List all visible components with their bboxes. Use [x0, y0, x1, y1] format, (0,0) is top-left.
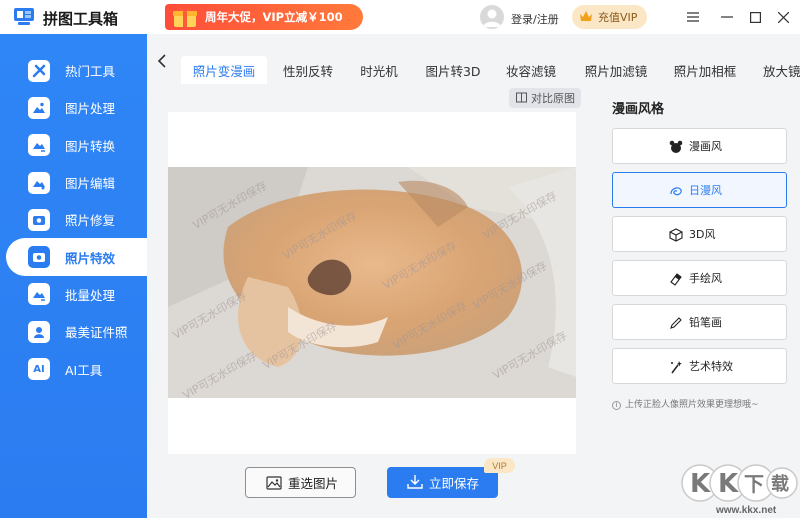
ai-icon: AI: [28, 358, 50, 381]
batch-icon: [28, 283, 50, 306]
preview-canvas: VIP可无水印保存 VIP可无水印保存 VIP可无水印保存 VIP可无水印保存 …: [168, 112, 576, 454]
sidebar-item-photo-repair[interactable]: 照片修复: [0, 201, 147, 238]
upload-hint-text: 上传正脸人像照片效果更理想哦~: [625, 400, 759, 410]
bear-icon: [669, 140, 683, 153]
minimize-icon[interactable]: [718, 8, 736, 26]
pencil-icon: [670, 317, 682, 329]
tab-photo-filter[interactable]: 照片加滤镜: [577, 56, 655, 84]
image-edit-icon: [28, 171, 50, 194]
save-label: 立即保存: [429, 476, 480, 491]
svg-text:K: K: [690, 469, 711, 499]
menu-icon[interactable]: [684, 8, 702, 26]
tab-bar: 照片变漫画 性别反转 时光机 图片转3D 妆容滤镜 照片加滤镜 照片加相框 放大…: [147, 34, 800, 84]
tab-image-to-3d[interactable]: 图片转3D: [418, 56, 488, 84]
sidebar-item-label: 照片修复: [65, 213, 116, 229]
style-option-label: 手绘风: [689, 272, 722, 285]
image-convert-icon: [28, 134, 50, 157]
tab-photo-to-comic[interactable]: 照片变漫画: [181, 56, 267, 84]
image-icon: [266, 476, 282, 490]
cube-icon: [669, 228, 683, 242]
reselect-label: 重选图片: [288, 476, 339, 491]
sidebar-item-id-photo[interactable]: 最美证件照: [0, 313, 147, 350]
compare-original-button[interactable]: 对比原图: [509, 88, 581, 108]
sidebar-item-hot-tools[interactable]: 热门工具: [0, 52, 147, 89]
sidebar-item-batch[interactable]: 批量处理: [0, 276, 147, 313]
app-logo-icon: [14, 8, 34, 25]
svg-text:K: K: [718, 469, 739, 499]
photo-repair-icon: [28, 208, 50, 231]
recharge-vip-button[interactable]: 充值VIP: [572, 5, 647, 29]
tab-photo-frame[interactable]: 照片加相框: [666, 56, 744, 84]
avatar[interactable]: [480, 5, 504, 29]
user-icon: [483, 9, 501, 27]
eraser-icon: [670, 273, 682, 286]
vip-badge: VIP: [484, 458, 515, 473]
style-panel-title: 漫画风格: [612, 102, 665, 117]
svg-text:载: 载: [771, 473, 789, 495]
upload-hint: i 上传正脸人像照片效果更理想哦~: [612, 397, 759, 410]
sidebar-item-image-edit[interactable]: 图片编辑: [0, 164, 147, 201]
style-option-label: 铅笔画: [689, 316, 722, 329]
svg-text:下: 下: [744, 472, 764, 496]
promo-banner[interactable]: 周年大促，VIP立减￥100: [165, 4, 363, 30]
style-option-art-effect[interactable]: 艺术特效: [612, 348, 787, 384]
style-option-anime[interactable]: 日漫风: [612, 172, 787, 208]
site-watermark-url: www.kkx.net: [716, 505, 777, 516]
sidebar-item-label: 图片编辑: [65, 176, 116, 192]
style-panel: 漫画风格 漫画风 日漫风 3D风 手绘风 铅笔画 艺术特效 i 上传正脸人像照片…: [600, 84, 800, 518]
sidebar-item-label: 最美证件照: [65, 325, 128, 341]
style-option-pencil[interactable]: 铅笔画: [612, 304, 787, 340]
sidebar-item-label: AI工具: [65, 362, 103, 378]
tab-makeup-filter[interactable]: 妆容滤镜: [498, 56, 564, 84]
info-icon: i: [612, 401, 621, 410]
reselect-image-button[interactable]: 重选图片: [245, 467, 356, 498]
download-icon: [407, 475, 423, 489]
sidebar-item-image-convert[interactable]: 图片转换: [0, 127, 147, 164]
gift-icon: [173, 7, 197, 27]
compare-icon: [516, 92, 527, 103]
image-process-icon: [28, 96, 50, 119]
crown-icon: [580, 11, 592, 21]
sidebar-item-label: 图片转换: [65, 138, 116, 154]
tab-gender-swap[interactable]: 性别反转: [275, 56, 341, 84]
site-watermark-logo: K K 下 载: [680, 461, 798, 510]
magic-wand-icon: [671, 361, 682, 374]
sidebar-item-ai[interactable]: AI AI工具: [0, 350, 147, 387]
app-title: 拼图工具箱: [43, 10, 119, 28]
sidebar-item-label: 图片处理: [65, 101, 116, 117]
style-option-label: 漫画风: [689, 140, 722, 153]
sidebar-item-label: 照片特效: [65, 250, 116, 266]
style-option-3d[interactable]: 3D风: [612, 216, 787, 252]
sidebar-item-label: 批量处理: [65, 287, 116, 303]
chevron-left-icon[interactable]: [157, 54, 166, 73]
tab-magnifier[interactable]: 放大镜: [755, 56, 800, 84]
style-option-label: 艺术特效: [689, 360, 733, 373]
sidebar-item-photo-effect[interactable]: 照片特效: [6, 238, 147, 276]
maximize-icon[interactable]: [746, 8, 764, 26]
login-link[interactable]: 登录/注册: [511, 11, 559, 27]
style-option-comic[interactable]: 漫画风: [612, 128, 787, 164]
sidebar: 热门工具 图片处理 图片转换 图片编辑 照片修复 照片特效 批量处理 最美证件照…: [0, 34, 147, 518]
comic-preview-image: VIP可无水印保存 VIP可无水印保存 VIP可无水印保存 VIP可无水印保存 …: [168, 167, 576, 398]
recharge-vip-label: 充值VIP: [598, 11, 638, 24]
close-icon[interactable]: [774, 8, 792, 26]
compare-label: 对比原图: [531, 92, 575, 105]
save-now-button[interactable]: 立即保存: [387, 467, 498, 498]
sidebar-item-image-process[interactable]: 图片处理: [0, 89, 147, 126]
title-bar: 拼图工具箱 周年大促，VIP立减￥100 登录/注册 充值VIP: [0, 0, 800, 34]
main-content: 对比原图 VIP可无水印保存 VIP可无水印保存 VIP可无水印保存 VIP可无…: [147, 84, 600, 518]
tab-time-machine[interactable]: 时光机: [350, 56, 408, 84]
id-photo-icon: [28, 320, 50, 343]
promo-text: 周年大促，VIP立减￥100: [205, 10, 343, 24]
style-option-handdrawn[interactable]: 手绘风: [612, 260, 787, 296]
hot-tools-icon: [28, 59, 50, 82]
style-option-label: 日漫风: [689, 184, 722, 197]
anime-icon: [670, 187, 682, 196]
sidebar-item-label: 热门工具: [65, 64, 116, 80]
style-option-label: 3D风: [689, 228, 716, 241]
photo-effect-icon: [28, 246, 50, 269]
